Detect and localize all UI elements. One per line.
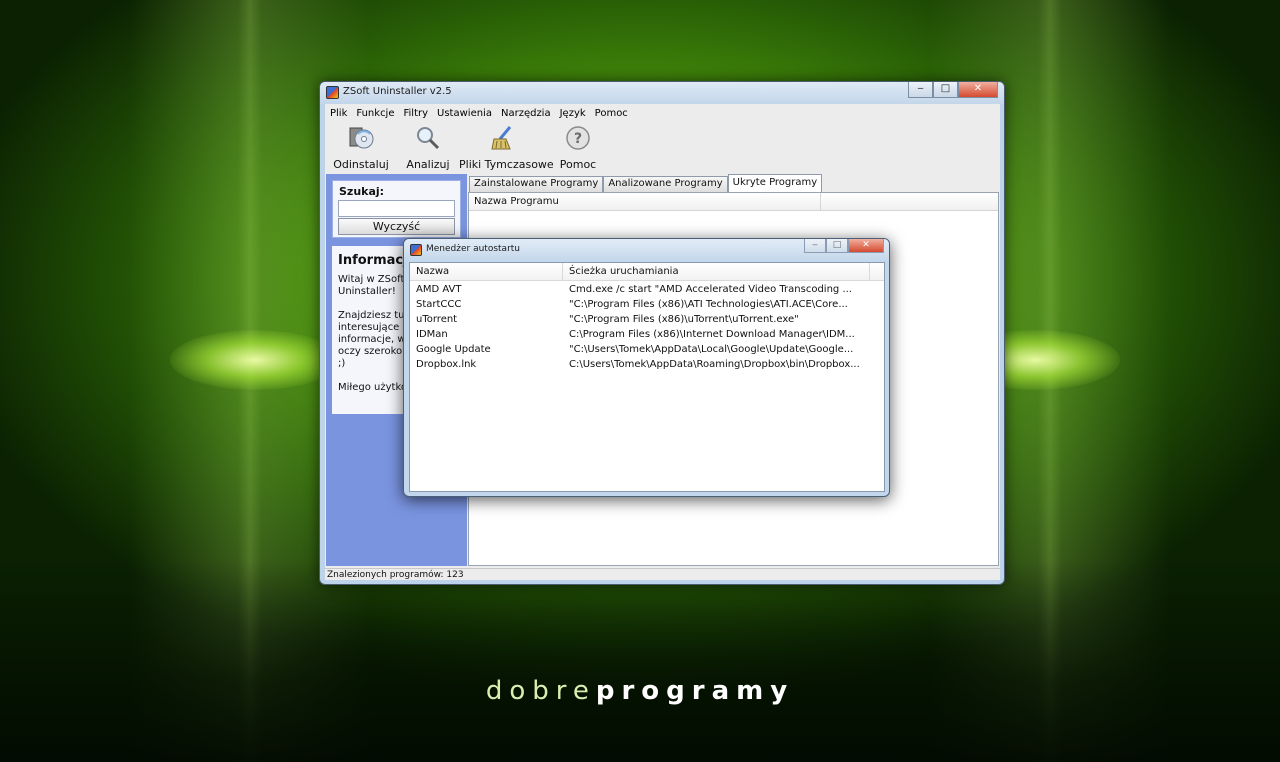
tab-hidden[interactable]: Ukryte Programy [727,174,823,192]
tab-analyzed[interactable]: Analizowane Programy [603,176,728,192]
menu-bar: Plik Funkcje Filtry Ustawienia Narzędzia… [325,104,632,120]
search-panel: Szukaj: Wyczyść [332,180,461,238]
menu-funkcje[interactable]: Funkcje [351,104,398,120]
list-item[interactable]: Dropbox.lnk C:\Users\Tomek\AppData\Roami… [410,358,884,373]
uninstall-cd-icon [349,127,374,149]
list-item[interactable]: AMD AVT Cmd.exe /c start "AMD Accelerate… [410,283,884,298]
main-titlebar[interactable]: ZSoft Uninstaller v2.5 ‒ □ ✕ [320,82,1004,104]
brand-part-2: programy [595,676,795,706]
menu-ustawienia[interactable]: Ustawienia [432,104,496,120]
uninstall-label: Odinstaluj [333,158,389,171]
menu-plik[interactable]: Plik [325,104,351,120]
dialog-titlebar[interactable]: Menedżer autostartu ‒ □ ✕ [404,239,889,261]
dialog-close-button[interactable]: ✕ [848,239,884,253]
item-path: Cmd.exe /c start "AMD Accelerated Video … [569,284,852,295]
list-item[interactable]: uTorrent "C:\Program Files (x86)\uTorren… [410,313,884,328]
tab-strip: Zainstalowane Programy Analizowane Progr… [469,174,823,192]
brand-logo: dobreprogramy [0,676,1280,706]
item-path: "C:\Program Files (x86)\ATI Technologies… [569,299,848,310]
dialog-minimize-button[interactable]: ‒ [804,239,826,253]
item-path: C:\Users\Tomek\AppData\Roaming\Dropbox\b… [569,359,860,370]
autostart-dialog: Menedżer autostartu ‒ □ ✕ Nazwa Ścieżka … [403,238,890,497]
maximize-button[interactable]: □ [933,82,958,98]
minimize-button[interactable]: ‒ [908,82,933,98]
dialog-app-icon [410,244,422,256]
broom-icon [491,126,512,150]
analyze-label: Analizuj [406,158,450,171]
tab-installed[interactable]: Zainstalowane Programy [469,176,604,192]
help-question-icon: ? [566,126,590,150]
item-name: StartCCC [416,299,462,310]
analyze-button[interactable]: Analizuj [405,124,451,171]
item-path: C:\Program Files (x86)\Internet Download… [569,329,855,340]
column-program-name[interactable]: Nazwa Programu [469,193,821,211]
search-label: Szukaj: [339,185,385,198]
item-name: IDMan [416,329,448,340]
wallpaper-ring-left [170,330,340,390]
item-name: Google Update [416,344,491,355]
search-input[interactable] [338,200,455,217]
autostart-list-header: Nazwa Ścieżka uruchamiania [410,263,884,281]
app-icon [326,86,339,99]
uninstall-button[interactable]: Odinstaluj [333,124,389,171]
magnifier-icon [417,127,440,150]
program-list-header: Nazwa Programu [469,193,998,211]
temp-files-button[interactable]: Pliki Tymczasowe [459,124,554,171]
svg-text:?: ? [574,131,582,147]
wallpaper-shade [0,560,1280,762]
item-name: AMD AVT [416,284,462,295]
list-item[interactable]: IDMan C:\Program Files (x86)\Internet Do… [410,328,884,343]
help-label: Pomoc [559,158,597,171]
dialog-maximize-button[interactable]: □ [826,239,848,253]
status-bar: Znalezionych programów: 123 [325,568,1000,580]
menu-pomoc[interactable]: Pomoc [590,104,632,120]
column-name[interactable]: Nazwa [410,263,563,281]
help-button[interactable]: ? Pomoc [557,124,599,171]
brand-part-1: dobre [485,676,596,706]
menu-jezyk[interactable]: Język [555,104,590,120]
item-name: uTorrent [416,314,458,325]
close-button[interactable]: ✕ [958,82,998,98]
menu-filtry[interactable]: Filtry [399,104,433,120]
column-path[interactable]: Ścieżka uruchamiania [563,263,870,281]
item-path: "C:\Program Files (x86)\uTorrent\uTorren… [569,314,799,325]
item-name: Dropbox.lnk [416,359,477,370]
menu-narzedzia[interactable]: Narzędzia [496,104,555,120]
autostart-list[interactable]: Nazwa Ścieżka uruchamiania AMD AVT Cmd.e… [409,262,885,492]
dialog-title: Menedżer autostartu [426,244,520,254]
list-item[interactable]: StartCCC "C:\Program Files (x86)\ATI Tec… [410,298,884,313]
clear-button[interactable]: Wyczyść [338,218,455,235]
temp-files-label: Pliki Tymczasowe [459,158,554,171]
main-window-title: ZSoft Uninstaller v2.5 [343,86,452,97]
list-item[interactable]: Google Update "C:\Users\Tomek\AppData\Lo… [410,343,884,358]
item-path: "C:\Users\Tomek\AppData\Local\Google\Upd… [569,344,854,355]
